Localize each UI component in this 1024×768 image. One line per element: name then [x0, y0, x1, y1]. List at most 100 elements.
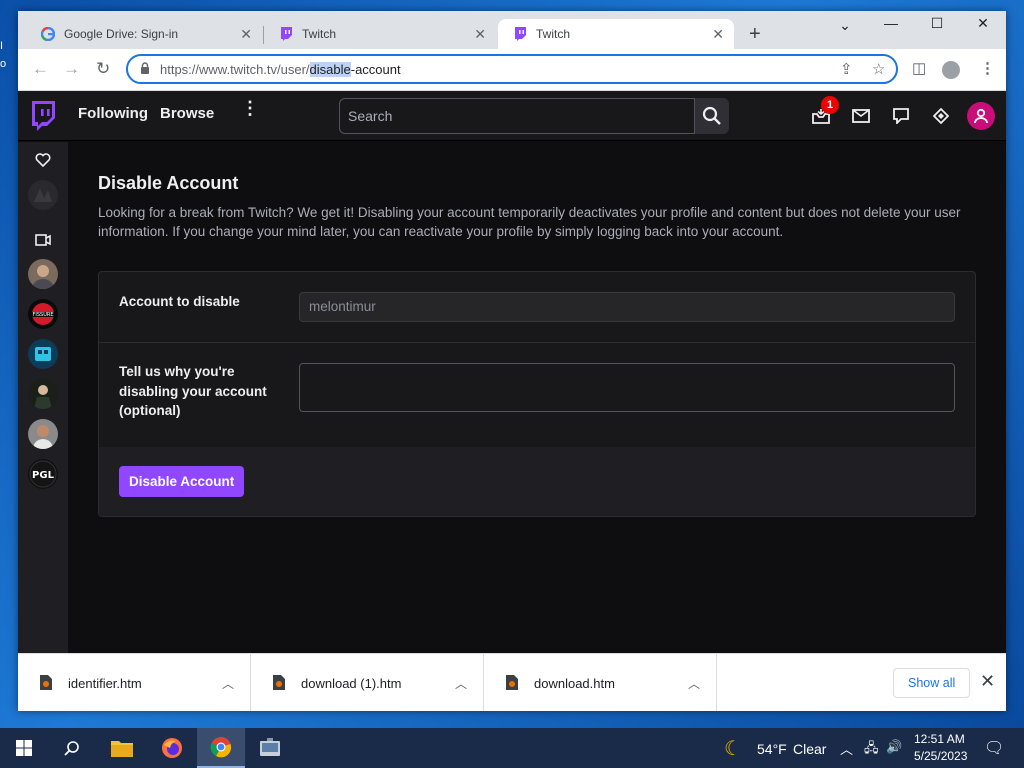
chevron-up-icon[interactable]: ︿ [688, 675, 700, 692]
inbox-icon[interactable] [850, 105, 872, 127]
app-button[interactable] [246, 728, 294, 768]
side-nav: FISSURE PGL [18, 142, 68, 653]
start-button[interactable] [0, 728, 48, 768]
search-icon [702, 106, 721, 125]
download-filename: identifier.htm [68, 676, 142, 691]
channel-avatar[interactable] [28, 339, 58, 369]
browser-menu-icon[interactable]: ⋮ [980, 59, 995, 77]
close-download-bar-icon[interactable]: ✕ [980, 671, 995, 692]
search-icon [64, 741, 79, 756]
channel-avatar[interactable] [28, 419, 58, 449]
download-item[interactable]: download (1).htm ︿ [251, 654, 484, 711]
windows-icon [16, 740, 32, 756]
search-box [339, 98, 695, 134]
tab-google-drive[interactable]: Google Drive: Sign-in ✕ [26, 19, 262, 49]
notification-center-icon[interactable]: 🗨 [984, 738, 1004, 758]
whispers-icon[interactable] [890, 105, 912, 127]
channel-avatar[interactable] [28, 259, 58, 289]
reason-label: Tell us why you're disabling your accoun… [119, 364, 267, 418]
clock-time[interactable]: 12:51 AM [914, 732, 965, 746]
browser-profile-icon[interactable] [942, 61, 960, 79]
back-button[interactable]: ← [32, 59, 49, 79]
nav-following[interactable]: Following [78, 105, 148, 122]
search-button[interactable] [695, 98, 729, 134]
moon-icon: ☾ [724, 738, 742, 760]
minimize-button[interactable]: — [868, 15, 914, 31]
search-input[interactable] [340, 99, 694, 133]
taskbar: ☾ 54°F Clear ︿ 🖧 🔊 12:51 AM 5/25/2023 🗨 [0, 728, 1024, 768]
side-panel-icon[interactable]: ◫ [912, 59, 926, 77]
download-item[interactable]: identifier.htm ︿ [18, 654, 251, 711]
chevron-up-icon[interactable]: ︿ [222, 675, 234, 692]
file-icon [273, 675, 285, 690]
more-menu-icon[interactable]: ⋮ [241, 99, 259, 117]
twitch-icon [278, 26, 294, 42]
tab-title: Twitch [536, 27, 571, 41]
close-window-button[interactable]: ✕ [960, 15, 1006, 32]
maximize-button[interactable]: ☐ [914, 15, 960, 32]
file-explorer-button[interactable] [98, 728, 146, 768]
lock-icon [141, 62, 149, 74]
user-icon [974, 108, 988, 124]
chevron-up-icon[interactable]: ︿ [840, 739, 853, 758]
weather-condition[interactable]: Clear [793, 741, 826, 757]
form-row-reason: Tell us why you're disabling your accoun… [99, 343, 975, 447]
weather-temp[interactable]: 54°F [757, 741, 787, 757]
channel-avatar[interactable] [28, 379, 58, 409]
share-icon[interactable]: ⇪ [840, 60, 853, 78]
download-filename: download (1).htm [301, 676, 402, 691]
tab-twitch[interactable]: Twitch ✕ [264, 19, 496, 49]
desktop-icon-label: I [0, 40, 4, 52]
video-camera-icon[interactable] [34, 231, 52, 249]
url-suffix: -account [350, 62, 401, 77]
tab-title: Twitch [302, 27, 337, 41]
heart-icon[interactable] [34, 151, 52, 169]
reload-button[interactable]: ↻ [96, 59, 110, 79]
close-tab-icon[interactable]: ✕ [474, 26, 486, 43]
svg-text:FISSURE: FISSURE [33, 312, 54, 318]
tab-title: Google Drive: Sign-in [64, 27, 179, 41]
page-title: Disable Account [98, 173, 239, 193]
firefox-icon [162, 738, 182, 758]
volume-icon[interactable]: 🔊 [886, 739, 902, 755]
reason-textarea[interactable] [299, 363, 955, 412]
file-icon [40, 675, 52, 690]
account-label: Account to disable [119, 294, 240, 309]
desktop-icon-label: o [0, 58, 7, 70]
close-tab-icon[interactable]: ✕ [712, 26, 724, 43]
prime-gem-icon[interactable] [930, 105, 952, 127]
app-icon [260, 738, 280, 756]
network-icon[interactable]: 🖧 [864, 739, 879, 761]
bookmark-star-icon[interactable]: ☆ [872, 60, 885, 78]
channel-avatar[interactable]: PGL [28, 459, 58, 489]
folder-icon [111, 741, 133, 757]
browser-toolbar: ← → ↻ https://www.twitch.tv/user/disable… [18, 49, 1006, 91]
user-avatar[interactable] [967, 102, 995, 130]
channel-avatar[interactable]: FISSURE [28, 299, 58, 329]
twitch-logo-icon[interactable] [30, 101, 56, 131]
svg-text:PGL: PGL [32, 470, 55, 481]
close-tab-icon[interactable]: ✕ [240, 26, 252, 43]
download-item[interactable]: download.htm ︿ [484, 654, 717, 711]
url-text: https://www.twitch.tv/user/disable-accou… [160, 62, 401, 77]
disable-account-button[interactable]: Disable Account [119, 466, 245, 497]
tab-search-icon[interactable]: ⌄ [822, 17, 868, 34]
channel-avatar[interactable] [28, 180, 58, 210]
url-selection: disable [309, 62, 351, 77]
tab-twitch-active[interactable]: Twitch ✕ [498, 19, 734, 49]
clock-date[interactable]: 5/25/2023 [914, 749, 967, 763]
disable-account-form: Account to disable melontimur Tell us wh… [98, 271, 976, 517]
tab-strip: Google Drive: Sign-in ✕ Twitch ✕ Twitch … [18, 11, 1006, 49]
account-field: melontimur [299, 292, 955, 322]
nav-browse[interactable]: Browse [160, 105, 214, 122]
forward-button[interactable]: → [63, 59, 80, 79]
chrome-button[interactable] [197, 728, 245, 768]
chevron-up-icon[interactable]: ︿ [455, 675, 467, 692]
taskbar-search-button[interactable] [48, 728, 96, 768]
new-tab-button[interactable]: + [749, 23, 761, 46]
show-all-button[interactable]: Show all [893, 668, 971, 698]
notification-badge: 1 [821, 96, 839, 114]
form-footer: Disable Account [99, 447, 975, 516]
address-bar[interactable]: https://www.twitch.tv/user/disable-accou… [126, 54, 898, 84]
firefox-button[interactable] [148, 728, 196, 768]
